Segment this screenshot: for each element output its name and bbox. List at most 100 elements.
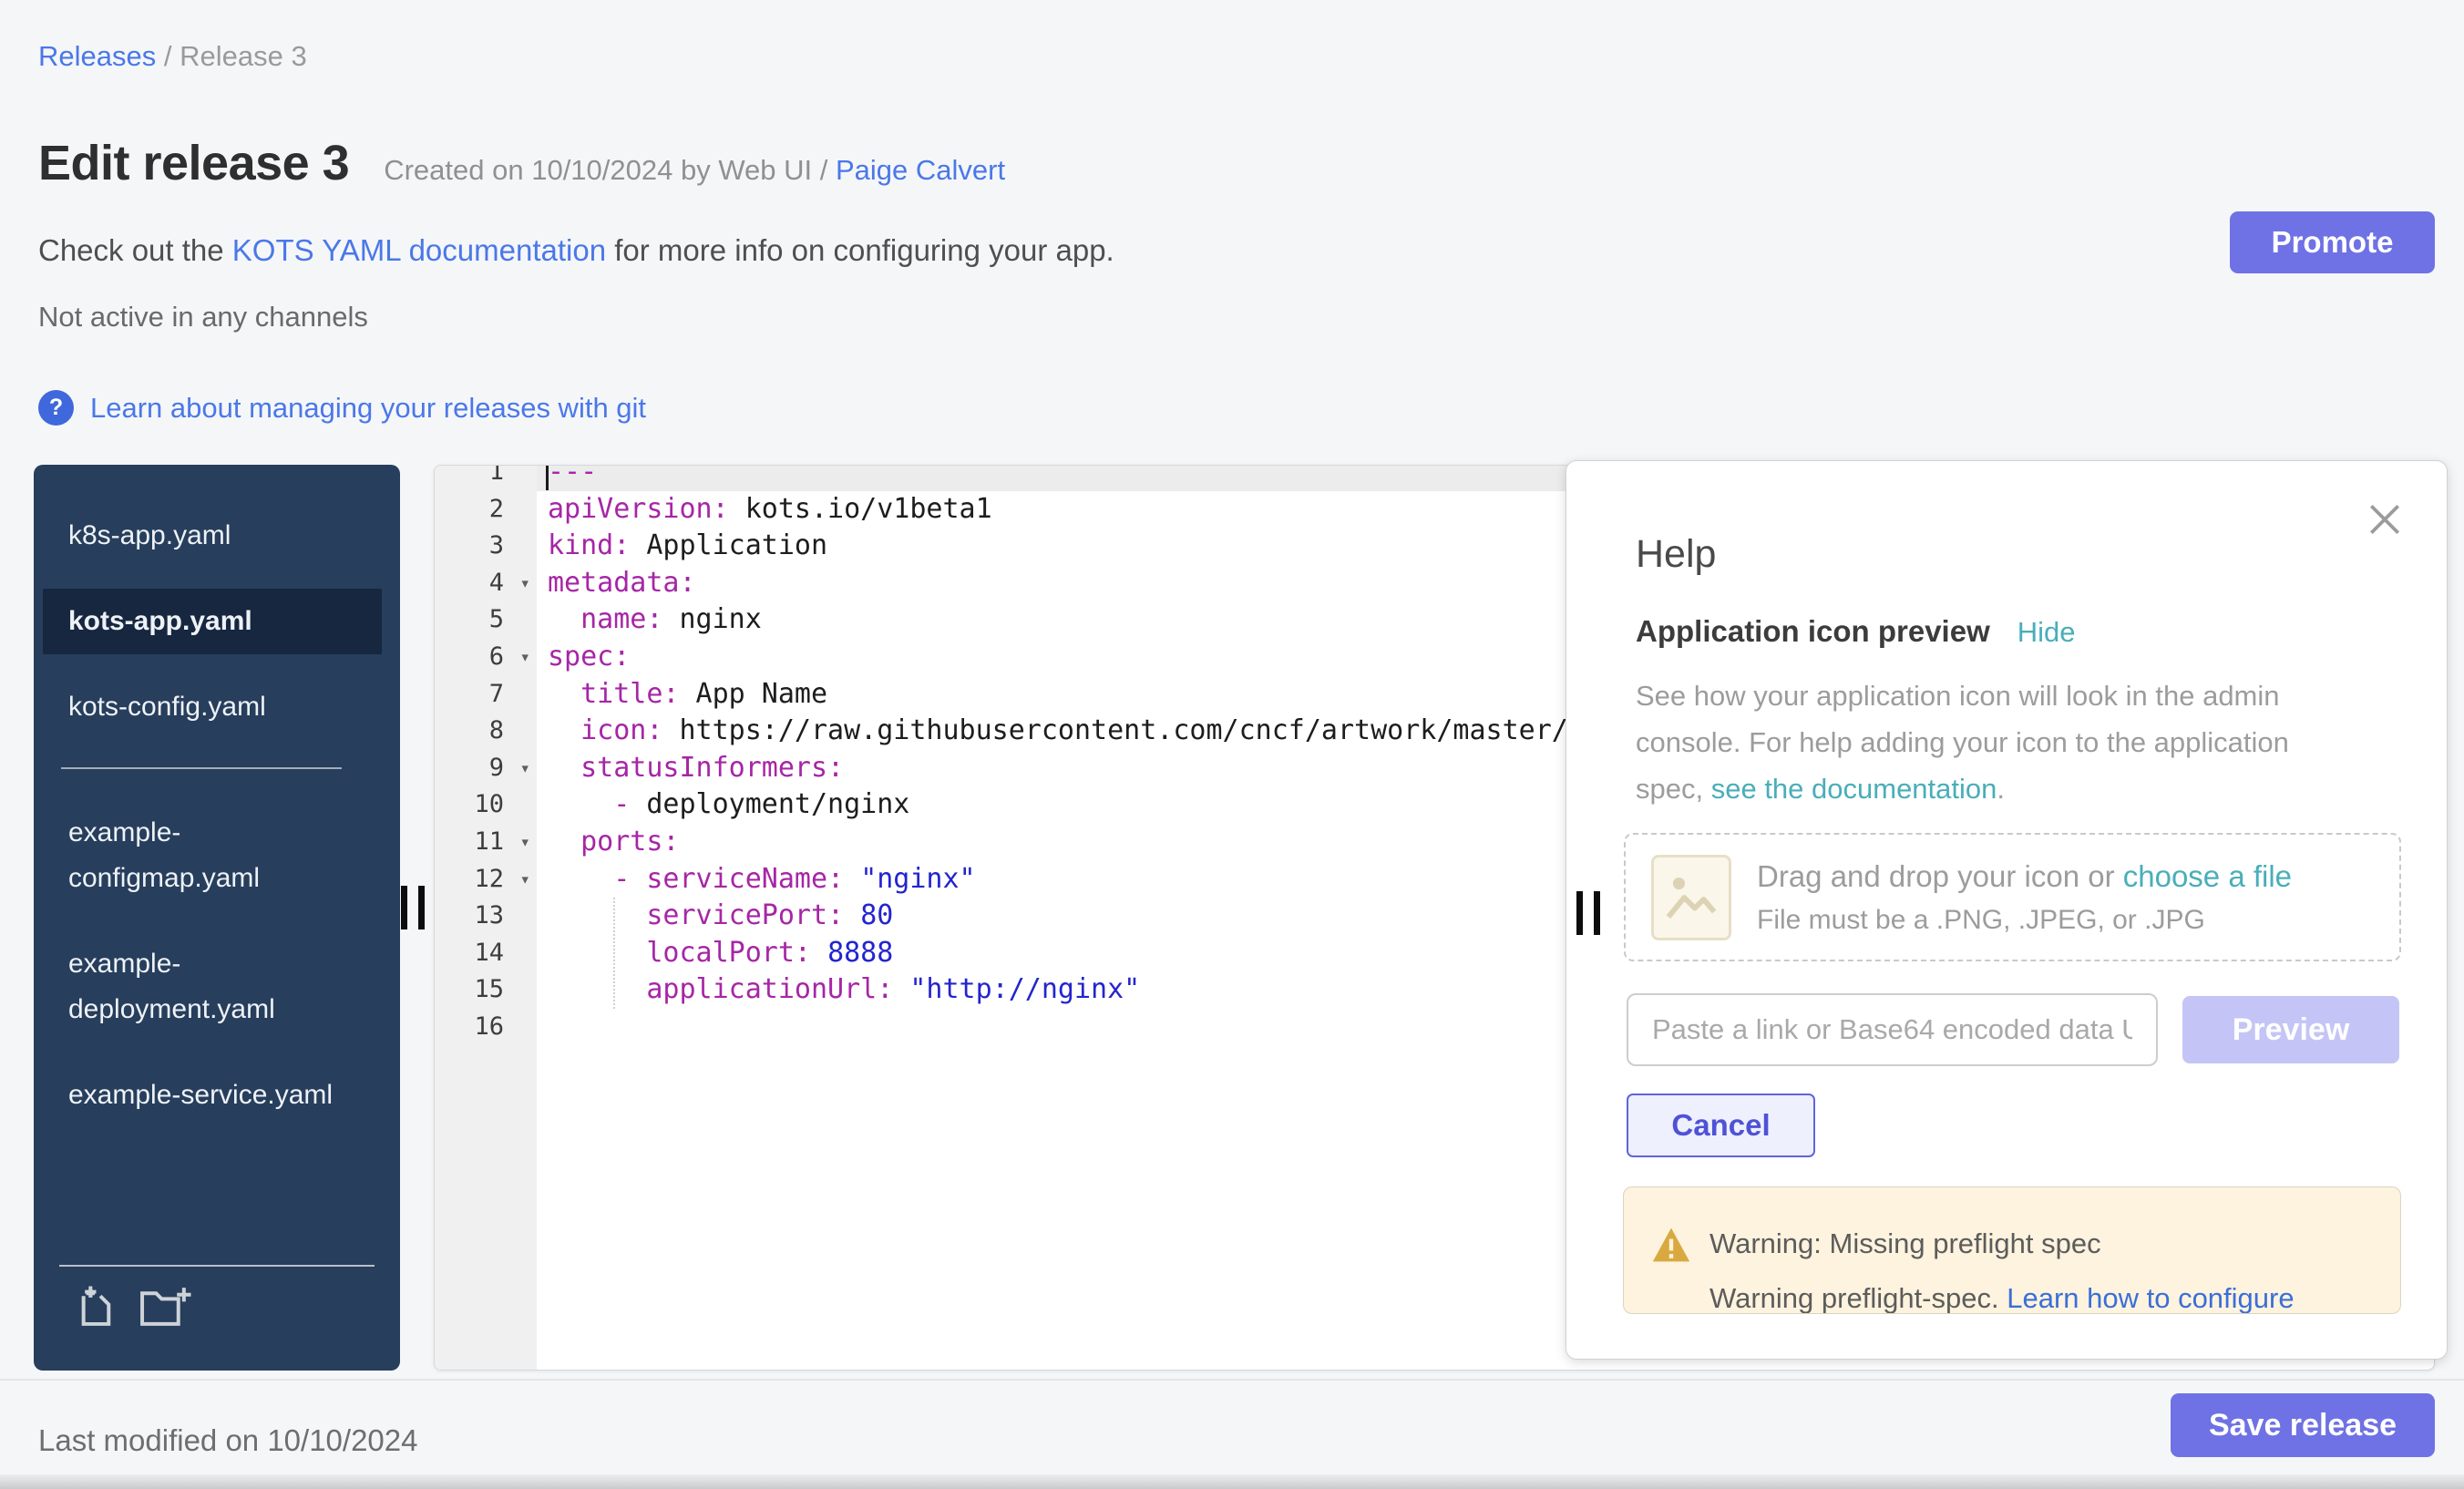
- line-number: 5: [435, 601, 537, 639]
- preview-button[interactable]: Preview: [2182, 996, 2399, 1063]
- created-text: Created on 10/10/2024 by Web UI / Paige …: [384, 154, 1005, 187]
- line-number: 7: [435, 676, 537, 714]
- sidebar-divider: [61, 767, 342, 769]
- code-segment-plain: [548, 752, 580, 784]
- code-segment-plain: Application: [630, 529, 827, 561]
- file-item[interactable]: k8s-app.yaml: [59, 503, 345, 569]
- line-number: 6▾: [435, 639, 537, 676]
- code-segment-key: servicePort:: [646, 899, 844, 931]
- promote-button[interactable]: Promote: [2230, 211, 2435, 273]
- doc-info-line: Check out the KOTS YAML documentation fo…: [38, 233, 1114, 268]
- code-segment-key: ports:: [580, 826, 679, 857]
- cancel-button[interactable]: Cancel: [1627, 1094, 1815, 1157]
- file-item[interactable]: example-configmap.yaml: [59, 800, 345, 911]
- resize-handle-left[interactable]: [401, 886, 436, 929]
- fold-arrow-icon[interactable]: ▾: [520, 824, 530, 861]
- code-segment-plain: [548, 973, 646, 1005]
- title-row: Edit release 3 Created on 10/10/2024 by …: [38, 135, 1005, 191]
- dropzone-text: Drag and drop your icon or choose a file…: [1757, 859, 2292, 936]
- line-number: 9▾: [435, 750, 537, 787]
- save-release-button[interactable]: Save release: [2171, 1393, 2435, 1457]
- code-segment-key: title:: [580, 678, 679, 710]
- code-segment-key: spec:: [548, 641, 630, 673]
- breadcrumb-separator: /: [156, 40, 180, 72]
- code-segment-key: kind:: [548, 529, 630, 561]
- git-help-link[interactable]: ? Learn about managing your releases wit…: [38, 390, 646, 426]
- author-link[interactable]: Paige Calvert: [836, 154, 1005, 186]
- code-segment-num: 8888: [827, 937, 893, 969]
- code-segment-plain: App Name: [680, 678, 828, 710]
- line-number: 11▾: [435, 824, 537, 861]
- code-segment-key: ---: [548, 465, 597, 488]
- code-segment-key: apiVersion:: [548, 493, 729, 525]
- icon-dropzone[interactable]: Drag and drop your icon or choose a file…: [1624, 833, 2401, 961]
- file-item[interactable]: example-service.yaml: [59, 1063, 345, 1128]
- created-prefix: Created on 10/10/2024 by Web UI /: [384, 154, 836, 186]
- fold-arrow-icon[interactable]: ▾: [520, 639, 530, 676]
- code-segment-key: statusInformers:: [580, 752, 844, 784]
- breadcrumb-current: Release 3: [180, 40, 307, 72]
- code-segment-plain: [548, 899, 646, 931]
- code-segment-dash: -: [613, 788, 630, 820]
- help-description-suffix: .: [1997, 773, 2005, 805]
- code-segment-num: 80: [860, 899, 893, 931]
- fold-arrow-icon[interactable]: ▾: [520, 861, 530, 899]
- warning-text-prefix: Warning preflight-spec.: [1709, 1282, 2007, 1314]
- code-segment-plain: [844, 899, 860, 931]
- sidebar-actions: [59, 1265, 375, 1347]
- code-segment-key: metadata:: [548, 567, 696, 599]
- code-segment-plain: [548, 788, 613, 820]
- breadcrumb-link-releases[interactable]: Releases: [38, 40, 156, 72]
- code-segment-plain: [548, 863, 613, 895]
- doc-link[interactable]: see the documentation: [1711, 773, 1997, 805]
- choose-file-link[interactable]: choose a file: [2123, 859, 2292, 893]
- warning-icon: [1651, 1226, 1691, 1264]
- code-segment-key: serviceName:: [646, 863, 844, 895]
- file-item[interactable]: kots-config.yaml: [59, 674, 345, 740]
- help-title: Help: [1636, 532, 1716, 577]
- line-number: 4▾: [435, 565, 537, 602]
- line-number: 8: [435, 713, 537, 750]
- fold-arrow-icon[interactable]: ▾: [520, 750, 530, 787]
- line-number: 15: [435, 971, 537, 1009]
- warning-text: Warning preflight-spec. Learn how to con…: [1709, 1282, 2295, 1314]
- page-title: Edit release 3: [38, 135, 349, 191]
- code-segment-dash: -: [613, 863, 630, 895]
- add-file-button[interactable]: [79, 1285, 116, 1334]
- section-row: Application icon preview Hide: [1636, 614, 2076, 649]
- kots-doc-link[interactable]: KOTS YAML documentation: [232, 233, 606, 267]
- code-segment-plain: [811, 937, 827, 969]
- footer-divider: [0, 1379, 2464, 1381]
- icon-url-input[interactable]: [1627, 993, 2158, 1066]
- file-item[interactable]: example-deployment.yaml: [59, 931, 345, 1042]
- section-title: Application icon preview: [1636, 614, 1990, 649]
- line-number: 16: [435, 1009, 537, 1046]
- code-segment-plain: [548, 714, 580, 746]
- warning-banner: Warning: Missing preflight spec Warning …: [1623, 1186, 2401, 1314]
- code-segment-plain: [548, 937, 646, 969]
- code-segment-plain: kots.io/v1beta1: [729, 493, 992, 525]
- file-item[interactable]: kots-app.yaml: [43, 589, 382, 654]
- line-number: 12▾: [435, 861, 537, 899]
- fold-arrow-icon[interactable]: ▾: [520, 565, 530, 602]
- code-segment-key: icon:: [580, 714, 662, 746]
- bottom-edge: [0, 1474, 2464, 1489]
- code-segment-plain: [630, 863, 646, 895]
- code-segment-plain: [844, 863, 860, 895]
- close-icon[interactable]: [2365, 499, 2405, 539]
- hide-link[interactable]: Hide: [2017, 616, 2076, 649]
- breadcrumb: Releases / Release 3: [38, 40, 307, 73]
- code-segment-plain: deployment/nginx: [630, 788, 909, 820]
- configure-link[interactable]: Learn how to configure: [2007, 1282, 2294, 1314]
- add-folder-icon: [139, 1285, 192, 1327]
- help-description: See how your application icon will look …: [1636, 673, 2356, 812]
- line-number: 3: [435, 528, 537, 565]
- help-panel: Help Application icon preview Hide See h…: [1566, 460, 2448, 1360]
- example-file-list: example-configmap.yaml example-deployment…: [59, 800, 345, 1128]
- code-segment-plain: [548, 678, 580, 710]
- add-folder-button[interactable]: [139, 1285, 192, 1334]
- line-number: 14: [435, 935, 537, 972]
- question-icon: ?: [38, 390, 74, 426]
- line-number: 13: [435, 898, 537, 935]
- resize-handle-right[interactable]: [1576, 891, 1611, 935]
